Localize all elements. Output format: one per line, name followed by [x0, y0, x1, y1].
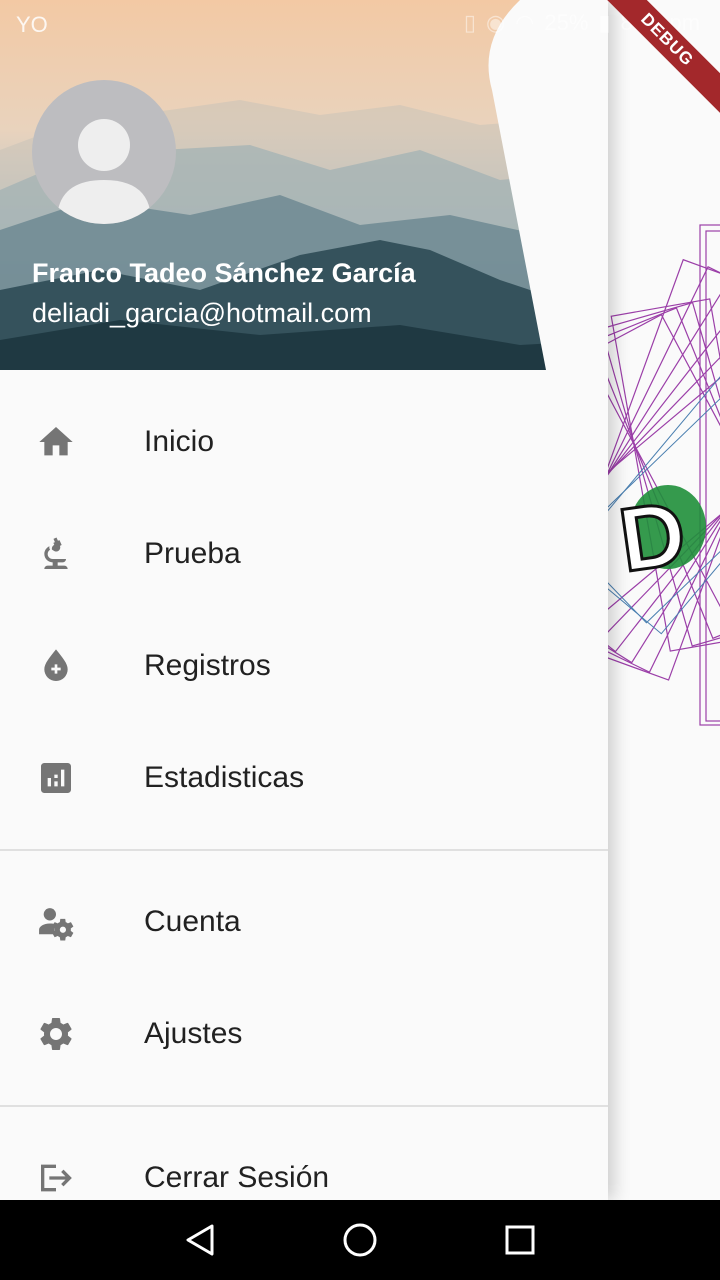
menu-label-cerrar-sesion: Cerrar Sesión — [144, 1161, 330, 1194]
battery-level: 25% — [544, 10, 589, 35]
account-settings-icon — [36, 902, 76, 942]
drawer-header: Franco Tadeo Sánchez García deliadi_garc… — [0, 0, 608, 370]
menu-label-cuenta: Cuenta — [144, 905, 241, 938]
app-logo-graphic: D — [590, 224, 720, 726]
gear-icon — [36, 1014, 76, 1054]
system-nav-bar — [0, 1200, 720, 1280]
person-icon — [58, 119, 150, 224]
menu-label-ajustes: Ajustes — [144, 1017, 243, 1050]
home-circle-icon[interactable] — [340, 1220, 380, 1260]
blood-drop-icon — [36, 646, 76, 686]
menu-item-registros[interactable]: Registros — [0, 610, 608, 722]
battery-icon: ▮ — [598, 10, 611, 35]
avatar[interactable] — [32, 80, 176, 224]
menu-item-prueba[interactable]: Prueba — [0, 498, 608, 610]
app-logo-letter: D — [614, 483, 692, 591]
bar-chart-icon — [36, 758, 76, 798]
status-bar: YO ▯ ◉ ◠ 25% ▮ 8:41 pm — [0, 0, 720, 48]
menu-item-ajustes[interactable]: Ajustes — [0, 978, 608, 1090]
menu-label-prueba: Prueba — [144, 537, 241, 570]
recents-icon[interactable] — [500, 1220, 540, 1260]
back-icon[interactable] — [180, 1220, 220, 1260]
eye-icon: ◉ — [485, 10, 506, 35]
menu-item-estadisticas[interactable]: Estadisticas — [0, 722, 608, 834]
menu-item-inicio[interactable]: Inicio — [0, 386, 608, 498]
user-name: Franco Tadeo Sánchez García — [32, 258, 416, 288]
menu-label-estadisticas: Estadisticas — [144, 761, 305, 794]
carrier-label: YO — [16, 12, 48, 37]
logout-icon — [36, 1158, 76, 1198]
menu-divider — [0, 849, 608, 851]
menu-divider — [0, 1105, 608, 1107]
wifi-icon: ◠ — [515, 10, 535, 35]
menu-label-registros: Registros — [144, 649, 271, 682]
menu-label-inicio: Inicio — [144, 425, 215, 458]
vibrate-icon: ▯ — [463, 10, 476, 35]
menu-item-cuenta[interactable]: Cuenta — [0, 866, 608, 978]
microscope-icon — [36, 534, 76, 574]
user-email: deliadi_garcia@hotmail.com — [32, 298, 372, 328]
home-icon — [36, 422, 76, 462]
menu-item-cerrar-sesion[interactable]: Cerrar Sesión — [0, 1122, 608, 1200]
navigation-drawer: Franco Tadeo Sánchez García deliadi_garc… — [0, 0, 608, 1200]
